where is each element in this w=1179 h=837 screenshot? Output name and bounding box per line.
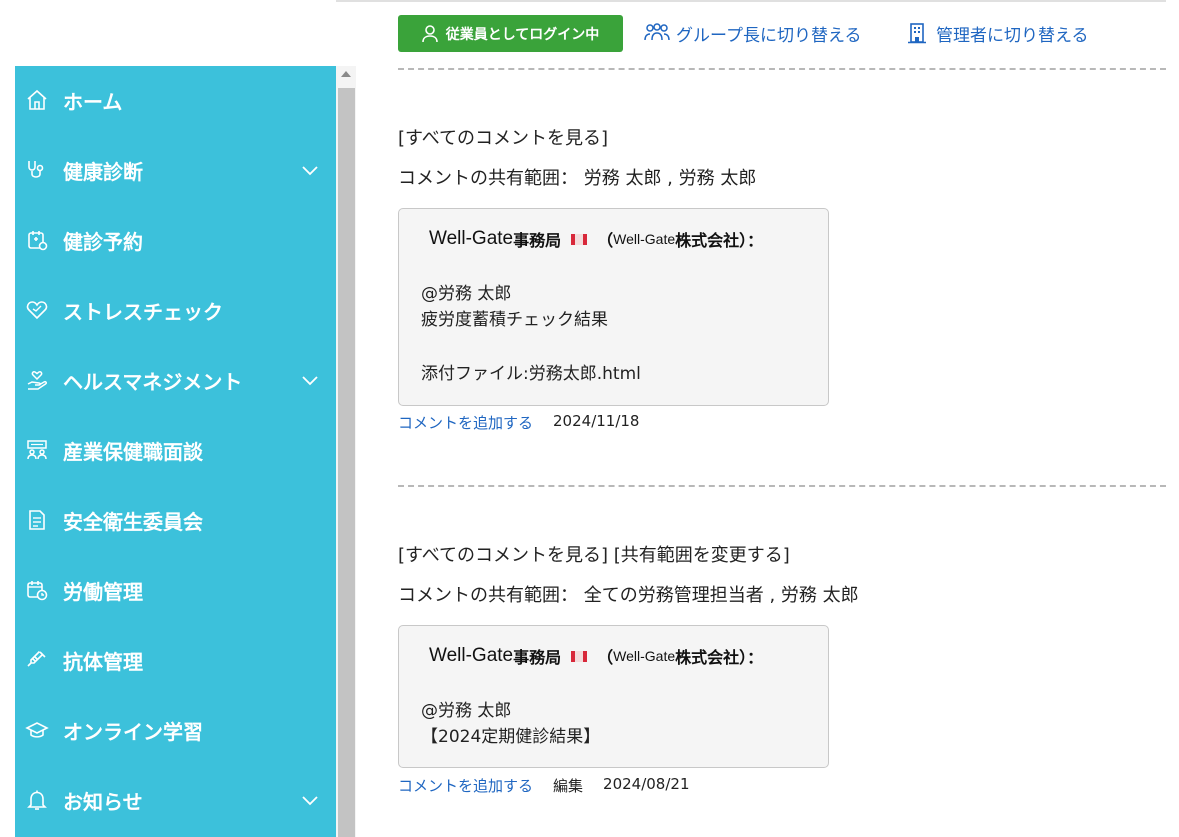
sidebar-item-checkup-reservation[interactable]: 健診予約 (15, 215, 336, 265)
top-divider (336, 0, 1166, 2)
comment-links[interactable]: [すべてのコメントを見る] [共有範囲を変更する] (398, 541, 790, 567)
chevron-down-icon[interactable] (298, 368, 322, 392)
sidebar-item-label: 健康診断 (63, 159, 143, 184)
sidebar-item-safety-health-committee[interactable]: 安全衛生委員会 (15, 495, 336, 545)
switch-admin-label: 管理者に切り替える (936, 25, 1089, 46)
chevron-down-icon[interactable] (298, 788, 322, 812)
group-icon (644, 23, 670, 41)
document-icon (24, 507, 50, 533)
sidebar-item-label: 抗体管理 (63, 649, 143, 674)
attachment-line[interactable]: 添付ファイル:労務太郎.html (421, 359, 641, 384)
heart-icon (24, 297, 50, 323)
sidebar-item-label: 安全衛生委員会 (63, 509, 203, 534)
divider (398, 68, 1166, 70)
calendar-medical-icon (24, 227, 50, 253)
sidebar-item-occupational-health-interview[interactable]: 産業保健職面談 (15, 425, 336, 475)
person-icon (421, 24, 438, 42)
top-bar: 従業員としてログイン中 グループ長に切り替える 管理者に切り替える (0, 0, 1179, 66)
sidebar-item-label: お知らせ (63, 789, 143, 814)
flag-icon (571, 233, 588, 245)
sidebar-item-stress-check[interactable]: ストレスチェック (15, 285, 336, 335)
comment-line: 【2024定期健診結果】 (421, 727, 601, 747)
sidebar-item-online-learning[interactable]: オンライン学習 (15, 705, 336, 755)
switch-group-label: グループ長に切り替える (676, 25, 862, 46)
sidebar-item-label: 産業保健職面談 (63, 439, 203, 464)
sidebar-item-antibody-management[interactable]: 抗体管理 (15, 635, 336, 685)
comment-author: Well-Gate 事務局 （ Well-Gate 株式会社）： (429, 227, 763, 251)
comment-links[interactable]: [すべてのコメントを見る] (398, 124, 608, 150)
add-comment-link[interactable]: コメントを追加する (398, 412, 533, 433)
sidebar-item-label: 労働管理 (63, 579, 143, 604)
sidebar: ホーム 健康診断 健診予約 ストレスチェック ヘルスマネジメント 産業保健職面談… (15, 66, 336, 837)
divider (398, 485, 1166, 487)
login-status-label: 従業員としてログイン中 (445, 26, 600, 43)
scrollbar-thumb[interactable] (338, 88, 355, 837)
employee-login-badge[interactable]: 従業員としてログイン中 (398, 15, 623, 52)
scroll-up-arrow-icon[interactable] (341, 71, 351, 77)
chevron-down-icon[interactable] (298, 158, 322, 182)
sidebar-item-label: オンライン学習 (63, 719, 203, 744)
switch-to-admin-link[interactable]: 管理者に切り替える (904, 20, 1089, 46)
sidebar-item-label: ホーム (63, 89, 123, 114)
syringe-icon (24, 647, 50, 673)
sidebar-item-label: 健診予約 (63, 229, 143, 254)
comment-line: @労務 太郎 (421, 701, 512, 721)
company-open: （ (597, 231, 614, 250)
comment-author: Well-Gate 事務局 （ Well-Gate 株式会社）： (429, 644, 763, 668)
company-suffix: 株式会社）： (675, 648, 764, 667)
add-comment-link[interactable]: コメントを追加する (398, 775, 533, 796)
share-scope: コメントの共有範囲： 労務 太郎 , 労務 太郎 (398, 168, 757, 189)
flag-icon (571, 650, 588, 662)
comment-date: 2024/08/21 (603, 775, 690, 793)
comment-card: Well-Gate 事務局 （ Well-Gate 株式会社）： @労務 太郎 … (398, 208, 829, 406)
switch-to-group-leader-link[interactable]: グループ長に切り替える (644, 20, 861, 46)
sidebar-item-health-checkup[interactable]: 健康診断 (15, 145, 336, 195)
stethoscope-icon (24, 157, 50, 183)
company-name: Well-Gate (613, 231, 676, 247)
comment-card: Well-Gate 事務局 （ Well-Gate 株式会社）： @労務 太郎 … (398, 625, 829, 768)
company-name: Well-Gate (613, 648, 676, 664)
company-open: （ (597, 648, 614, 667)
home-icon (24, 87, 50, 113)
hand-heart-icon (24, 367, 50, 393)
comment-line: @労務 太郎 (421, 284, 512, 304)
bell-icon (24, 787, 50, 813)
graduation-cap-icon (24, 717, 50, 743)
share-scope: コメントの共有範囲： 全ての労務管理担当者 , 労務 太郎 (398, 585, 859, 606)
author-org: 事務局 (513, 648, 562, 667)
comment-meta: コメントを追加する 編集 2024/08/21 (398, 775, 690, 796)
sidebar-item-home[interactable]: ホーム (15, 75, 336, 125)
company-suffix: 株式会社）： (675, 231, 764, 250)
sidebar-item-notices[interactable]: お知らせ (15, 775, 336, 825)
author-name: Well-Gate (429, 228, 514, 249)
building-icon (908, 23, 926, 44)
sidebar-item-label: ストレスチェック (63, 299, 223, 324)
author-name: Well-Gate (429, 645, 514, 666)
comment-meta: コメントを追加する 2024/11/18 (398, 412, 639, 433)
calendar-clock-icon (24, 577, 50, 603)
sidebar-item-label: ヘルスマネジメント (63, 369, 243, 394)
sidebar-item-labor-management[interactable]: 労働管理 (15, 565, 336, 615)
comment-date: 2024/11/18 (553, 412, 640, 430)
comment-line: 疲労度蓄積チェック結果 (421, 310, 608, 330)
author-org: 事務局 (513, 231, 562, 250)
sidebar-item-health-management[interactable]: ヘルスマネジメント (15, 355, 336, 405)
edit-link[interactable]: 編集 (553, 775, 583, 796)
interview-icon (24, 437, 50, 463)
